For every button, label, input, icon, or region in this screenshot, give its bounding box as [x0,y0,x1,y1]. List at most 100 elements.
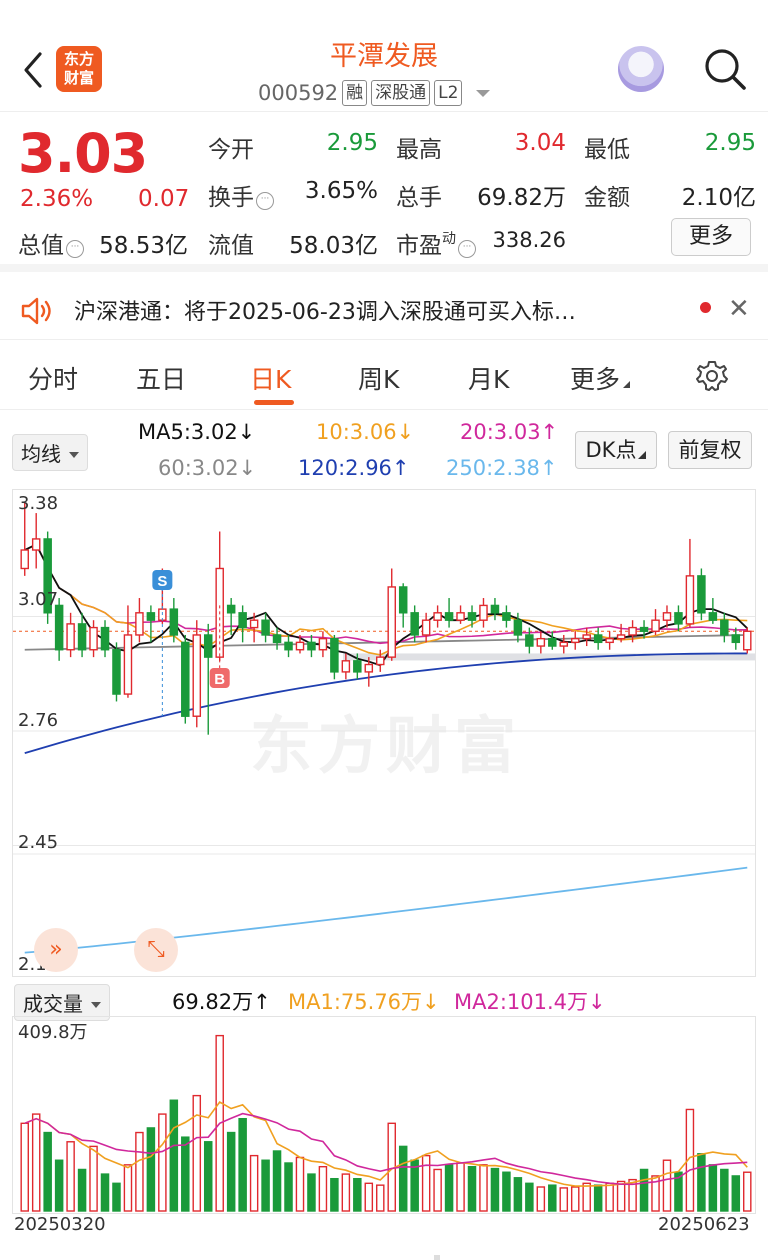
candle-body [536,637,546,647]
more-fields-button[interactable]: 更多 [671,218,751,256]
start-date: 20250320 [14,1214,106,1235]
volume-bar [743,1171,752,1212]
volume-bar [249,1154,259,1212]
candle-body [123,634,133,695]
candle-body [639,626,649,632]
volume-value: 69.82万↑ [172,990,271,1014]
candle-body [318,637,328,651]
volume-chart[interactable] [12,1016,756,1214]
info-icon[interactable]: ··· [256,192,274,210]
candle-body [238,612,247,629]
volume-bar [341,1173,351,1212]
info-icon[interactable]: ··· [66,240,84,258]
volume-bar [616,1180,626,1212]
turnover-label[interactable]: 换手 ··· [208,178,274,212]
double-chevron-icon[interactable]: » [34,928,78,972]
stock-code: 000592 [258,81,339,105]
candle-body [261,619,270,636]
volume-bar [398,1145,408,1212]
y-axis-max: 3.38 [18,493,59,514]
volume-bar [376,1184,385,1212]
volume-bar [272,1150,282,1212]
volume-bar [192,1094,202,1212]
low-label: 最低 [584,137,630,163]
buy-signal-text: B [214,671,225,688]
candle-body [20,549,29,570]
volume-bar [135,1131,144,1212]
robot-avatar-icon[interactable] [618,46,664,92]
candle-body [146,612,156,621]
candle-body [479,604,488,621]
notice-bar[interactable]: 沪深港通：将于2025-06-23调入深股通可买入标… ✕ [0,280,768,340]
candle-body [272,634,282,644]
volume-bar [89,1145,98,1212]
candle-body [685,575,695,625]
candle-body [341,660,351,673]
dk-point-button[interactable]: DK点 [575,431,657,469]
volume-bar [502,1171,511,1212]
candle-body [513,619,523,636]
volume-svg[interactable] [13,1017,755,1213]
ma5-label: MA5:3.02↓ [138,420,256,444]
unread-dot [700,302,711,313]
close-icon[interactable]: ✕ [728,294,750,324]
indicator-selector[interactable]: 均线 [12,434,88,471]
ma250-line [24,866,748,954]
candle-body [525,634,534,647]
last-price: 3.03 [18,122,148,185]
tab-more[interactable]: 更多 [570,360,631,396]
candle-body [249,619,259,629]
kline-svg[interactable]: SB [13,490,755,976]
candle-body [54,604,64,651]
candle-body [387,586,396,658]
chevron-down-icon[interactable] [476,89,491,97]
candle-body [593,634,603,644]
volume-bar [353,1177,362,1212]
volume-bar [261,1159,270,1212]
candle-body [77,623,87,651]
y-axis-tick-2: 3.07 [18,589,59,610]
volume-bar [295,1156,305,1212]
candle-body [226,604,236,614]
ma120-label: 120:2.96↑ [298,456,410,480]
tab-intraday[interactable]: 分时 [28,360,78,396]
volume-bar [662,1159,672,1212]
quote-panel: 3.03 2.36% 0.07 今开 2.95 最高 3.04 最低 2.95 … [0,112,768,272]
candle-body [364,663,374,673]
volume-bar [697,1153,706,1212]
search-icon[interactable] [700,44,750,94]
volume-bar [479,1164,488,1212]
tab-five-day[interactable]: 五日 [136,360,186,396]
pe-label[interactable]: 市盈动 ··· [396,226,476,260]
period-tabs: 分时 五日 日K 周K 月K 更多 [0,348,768,410]
tab-weekly-k[interactable]: 周K [358,360,399,396]
volume-bar [456,1162,465,1212]
kline-chart[interactable]: SB [12,489,756,977]
candle-body [490,604,500,614]
stock-code-line[interactable]: 000592 融 深股通 L2 [258,80,491,106]
notice-text[interactable]: 沪深港通：将于2025-06-23调入深股通可买入标… [74,294,576,326]
chevron-down-icon [69,452,79,458]
turnover-value: 3.65% [304,178,378,204]
float-label: 流值 [208,233,254,259]
ma60-label: 60:3.02↓ [158,456,257,480]
gear-icon[interactable] [694,358,730,394]
high-label: 最高 [396,137,442,163]
volume-bar [77,1168,87,1212]
candle-body [467,612,477,621]
volume-bar [731,1175,741,1212]
candle-body [548,637,557,647]
volume-bar [559,1187,569,1212]
candle-body [284,641,293,651]
pe-value: 338.26 [492,228,566,252]
expand-icon[interactable]: ⤡ [134,928,178,972]
info-icon[interactable]: ··· [458,240,476,258]
volume-bar [31,1113,41,1212]
tab-daily-k[interactable]: 日K [250,360,291,396]
volume-bar [513,1177,523,1212]
tab-monthly-k[interactable]: 月K [468,360,509,396]
connect-tag: 深股通 [371,80,431,106]
mktcap-label[interactable]: 总值 ··· [18,226,84,260]
adjust-button[interactable]: 前复权 [668,431,752,469]
candle-body [66,623,75,651]
